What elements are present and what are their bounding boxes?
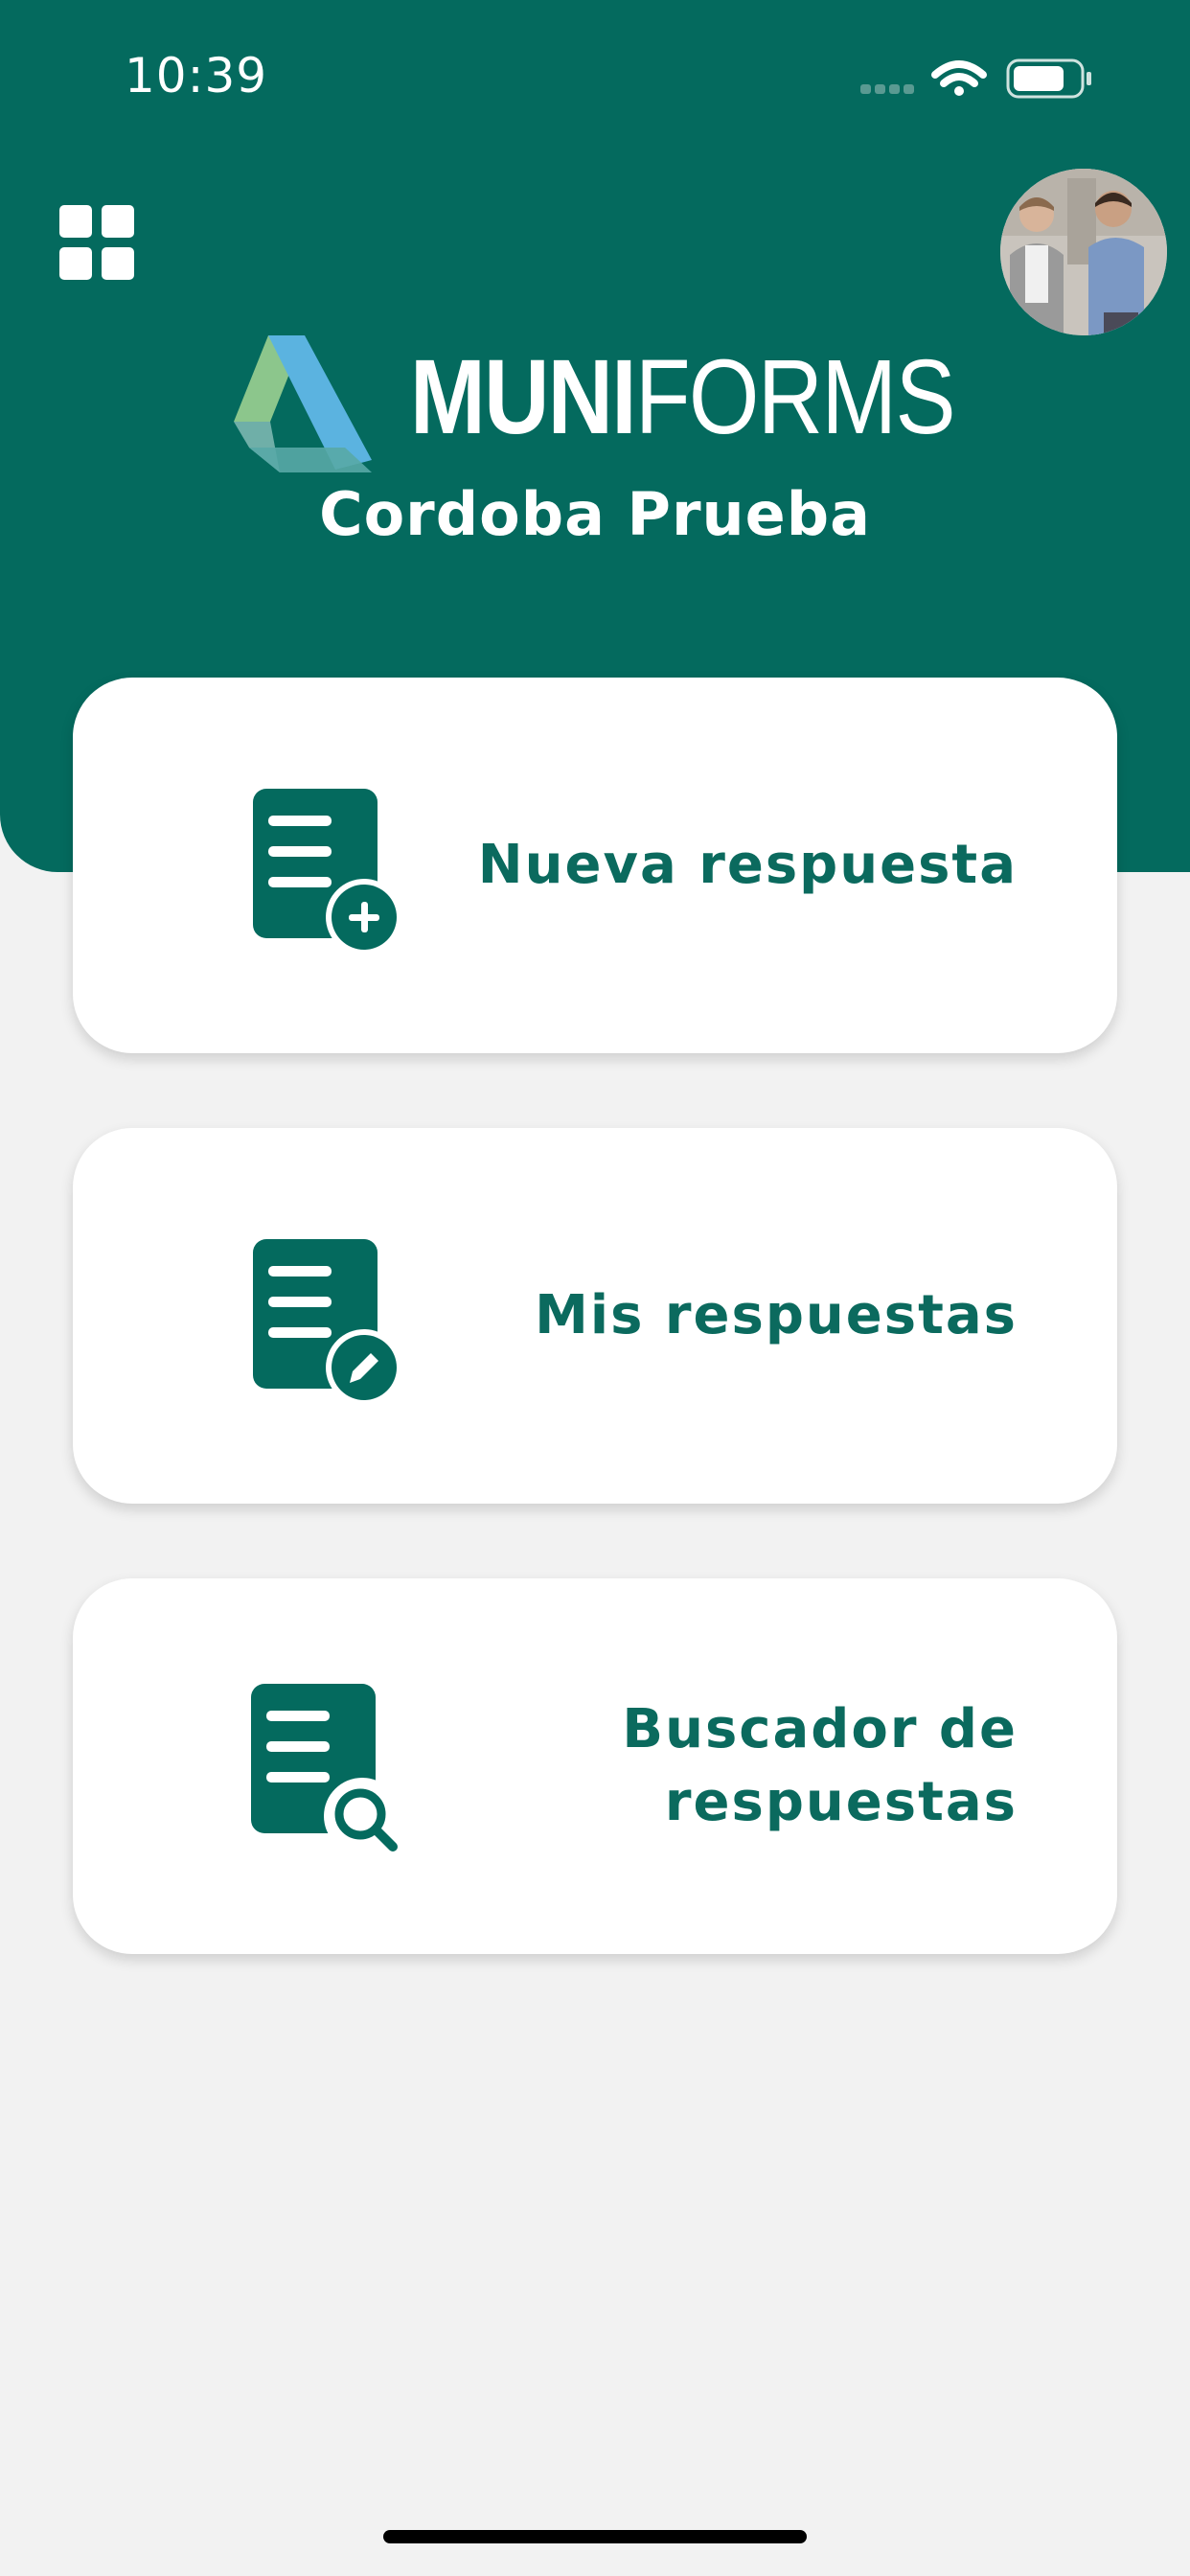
apps-grid-icon[interactable] [59,205,136,282]
cellular-signal-icon [860,84,914,94]
status-time: 10:39 [125,48,268,104]
battery-icon [1006,58,1091,99]
wifi-icon [931,60,987,96]
search-responses-card[interactable]: Buscador de respuestas [73,1578,1117,1954]
search-responses-label: Buscador de respuestas [622,1698,1018,1833]
muniforms-logo-mark [234,335,372,472]
document-search-icon [251,1684,400,1854]
document-edit-icon [253,1239,402,1406]
my-responses-label: Mis respuestas [535,1284,1018,1346]
organization-name: Cordoba Prueba [319,479,871,549]
new-response-label: Nueva respuesta [477,834,1018,896]
my-responses-card[interactable]: Mis respuestas [73,1128,1117,1504]
home-indicator[interactable] [383,2530,807,2543]
status-bar-icons [860,56,1110,104]
muniforms-logo: MUNIFORMS [230,331,977,484]
brand-name-bold: MUNI [410,338,637,456]
brand-name-light: FORMS [634,338,956,456]
document-add-icon [253,789,402,955]
new-response-card[interactable]: Nueva respuesta [73,678,1117,1053]
brand-name: MUNIFORMS [410,334,956,460]
profile-avatar[interactable] [1000,169,1167,335]
